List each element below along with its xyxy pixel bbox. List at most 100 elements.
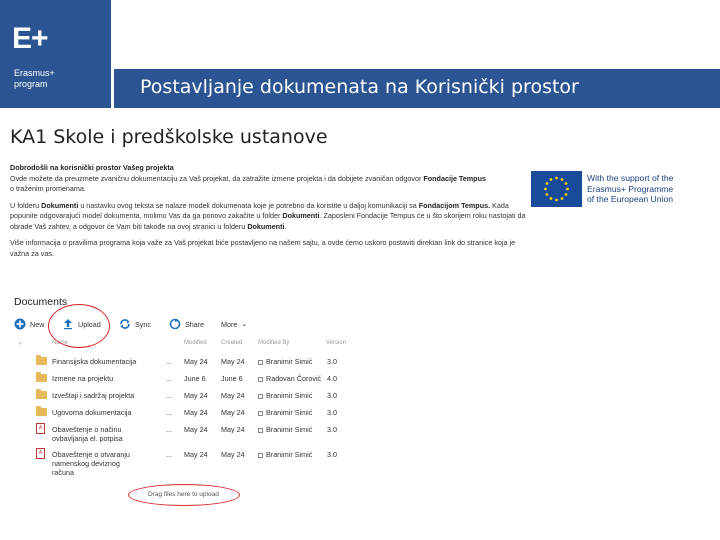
table-row[interactable]: A Obaveštenje o otvaranju namenskog devi…: [14, 447, 354, 479]
welcome-text: Dobrodošli na korisnički prostor Vašeg p…: [10, 163, 174, 172]
new-button[interactable]: New: [14, 316, 44, 332]
row-modified-by[interactable]: Branimir Simić: [266, 450, 312, 459]
row-menu-button[interactable]: ...: [166, 425, 172, 434]
row-name[interactable]: Obaveštenje o načinu ovbavljanja el. pot…: [52, 425, 123, 443]
row-created: May 24: [221, 450, 245, 459]
row-name[interactable]: Izmene na projektu: [52, 374, 113, 383]
eu-support-badge: With the support of the Erasmus+ Program…: [531, 171, 691, 207]
table-row[interactable]: Finansijska dokumentacija ... May 24 May…: [14, 354, 354, 370]
row-version: 4.0: [327, 374, 337, 383]
row-modified: June 6: [184, 374, 206, 383]
user-icon: [258, 359, 263, 365]
row-name-line-3: računa: [52, 468, 74, 477]
row-name[interactable]: Ugovorna dokumentacija: [52, 408, 132, 417]
user-icon: [258, 452, 263, 458]
logo-mark: E+: [12, 22, 49, 55]
row-created: May 24: [221, 425, 245, 434]
table-row[interactable]: Izveštaji i sadržaj projekta ... May 24 …: [14, 388, 354, 404]
eu-star: [555, 198, 558, 202]
row-name-line-2: ovbavljanja el. potpisa: [52, 434, 123, 443]
row-created: June 6: [221, 374, 243, 383]
erasmus-logo: E+ Erasmus+ program: [0, 0, 111, 108]
plus-circle-icon: [14, 318, 26, 330]
row-modified: May 24: [184, 408, 208, 417]
table-row[interactable]: Izmene na projektu ... June 6 June 6 Rad…: [14, 371, 354, 387]
info-paragraph-1: Dobrodošli na korisnički prostor Vašeg p…: [10, 163, 530, 195]
row-version: 3.0: [327, 408, 337, 417]
share-icon: [169, 318, 181, 330]
eu-line-1: With the support of the: [587, 173, 674, 183]
eu-star: [555, 176, 558, 180]
row-modified-by[interactable]: Branimir Simić: [266, 408, 312, 417]
upload-highlight-circle: [48, 304, 110, 348]
row-version: 3.0: [327, 425, 337, 434]
row-menu-button[interactable]: ...: [166, 357, 172, 366]
user-icon: [258, 427, 263, 433]
more-button[interactable]: More ⌄: [221, 316, 247, 332]
eu-line-3: of the European Union: [587, 194, 674, 204]
row-modified-by[interactable]: Branimir Simić: [266, 425, 312, 434]
row-name-line-2: namenskog deviznog: [52, 459, 120, 468]
sync-button[interactable]: Sync: [119, 316, 151, 332]
share-button[interactable]: Share: [169, 316, 204, 332]
col-header-created[interactable]: Created: [221, 340, 242, 346]
eu-flag-icon: [531, 171, 582, 207]
eu-star: [545, 182, 549, 185]
row-name[interactable]: Finansijska dokumentacija: [52, 357, 136, 366]
documents-title: Documents: [14, 296, 68, 308]
col-header-modified[interactable]: Modified: [184, 340, 207, 346]
row-menu-button[interactable]: ...: [166, 391, 172, 400]
chevron-down-icon: ⌄: [241, 321, 248, 328]
drag-zone-highlight-circle: [128, 484, 240, 506]
eu-star: [560, 178, 564, 181]
row-created: May 24: [221, 357, 245, 366]
col-header-version[interactable]: Version: [326, 340, 346, 346]
info-bold-2a: Dokumenti: [41, 200, 79, 210]
info-text-1c: o traženim promenama.: [10, 184, 86, 193]
row-name[interactable]: Izveštaji i sadržaj projekta: [52, 391, 134, 400]
row-version: 3.0: [327, 357, 337, 366]
user-icon: [258, 376, 263, 382]
info-paragraph-3: Više informacija o pravilima programa ko…: [10, 238, 516, 258]
row-modified-by[interactable]: Radovan Čorović: [266, 374, 321, 383]
row-menu-button[interactable]: ...: [166, 450, 172, 459]
row-modified: May 24: [184, 391, 208, 400]
info-bold-2c: Dokumenti: [282, 211, 320, 220]
eu-star: [560, 197, 564, 200]
slide-title: Postavljanje dokumenata na Korisnički pr…: [140, 76, 579, 98]
eu-star: [549, 178, 553, 181]
folder-icon: [36, 355, 47, 365]
row-name-line-1: Obaveštenje o otvaranju: [52, 450, 130, 459]
row-menu-button[interactable]: ...: [166, 374, 172, 383]
folder-icon: [36, 406, 47, 416]
eu-star: [566, 187, 569, 191]
select-all-checkbox[interactable]: ✓: [18, 340, 23, 347]
sync-label: Sync: [135, 319, 151, 329]
table-row[interactable]: Ugovorna dokumentacija ... May 24 May 24…: [14, 405, 354, 421]
row-modified-by[interactable]: Branimir Simić: [266, 391, 312, 400]
page-heading: KA1 Skole i predškolske ustanove: [10, 126, 328, 148]
pdf-file-icon: A: [36, 448, 45, 459]
share-label: Share: [185, 319, 205, 329]
info-text-2b: u nastavku ovog teksta se nalaze modeli …: [80, 200, 417, 210]
new-label: New: [30, 319, 45, 329]
user-icon: [258, 410, 263, 416]
eu-star: [545, 193, 549, 196]
row-name[interactable]: Obaveštenje o otvaranju namenskog devizn…: [52, 450, 130, 477]
row-menu-button[interactable]: ...: [166, 408, 172, 417]
folder-icon: [36, 389, 47, 399]
row-modified-by[interactable]: Branimir Simić: [266, 357, 312, 366]
logo-line-2: program: [14, 79, 48, 89]
info-bold-2d: Dokumenti: [247, 221, 285, 231]
table-row[interactable]: A Obaveštenje o načinu ovbavljanja el. p…: [14, 422, 354, 446]
row-name-line-1: Obaveštenje o načinu: [52, 425, 122, 434]
row-created: May 24: [221, 408, 245, 417]
eu-star: [549, 197, 553, 200]
eu-star: [544, 187, 547, 191]
info-text: Dobrodošli na korisnički prostor Vašeg p…: [10, 163, 530, 265]
pdf-file-icon: A: [36, 423, 45, 434]
info-bold-2b: Fondacijom Tempus.: [418, 200, 491, 210]
col-header-modified-by[interactable]: Modified By: [258, 340, 289, 346]
row-modified: May 24: [184, 357, 208, 366]
eu-line-2: Erasmus+ Programme: [587, 183, 674, 194]
